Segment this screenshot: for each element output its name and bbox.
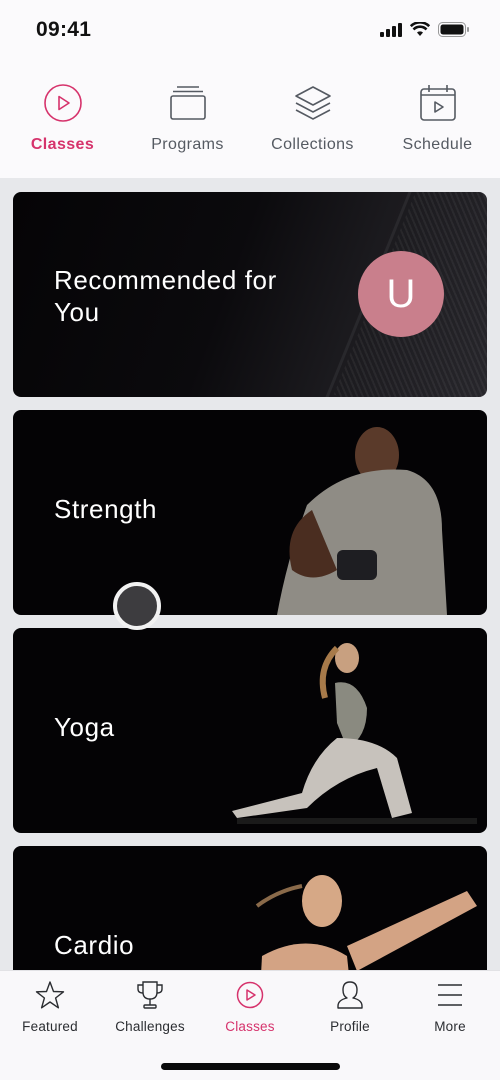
tab-label: Collections xyxy=(271,136,354,153)
card-cardio[interactable]: Cardio xyxy=(13,846,487,970)
card-strength[interactable]: Strength xyxy=(13,410,487,615)
top-tab-bar: Classes Programs Collections Schedule xyxy=(0,62,500,178)
nav-featured[interactable]: Featured xyxy=(0,971,100,1080)
layers-icon xyxy=(292,82,334,124)
status-icons xyxy=(380,22,470,37)
wifi-icon xyxy=(410,22,430,36)
card-title: Yoga xyxy=(54,712,115,742)
tab-schedule[interactable]: Schedule xyxy=(375,62,500,178)
card-title: Cardio xyxy=(54,930,135,960)
tab-label: Classes xyxy=(30,136,95,153)
card-title: Recommended for You xyxy=(54,265,277,327)
star-icon xyxy=(34,979,66,1011)
instructor-photo xyxy=(277,427,447,615)
tab-classes[interactable]: Classes xyxy=(0,62,125,178)
trophy-icon xyxy=(134,979,166,1011)
home-indicator[interactable] xyxy=(161,1063,340,1070)
card-title: Strength xyxy=(54,494,158,524)
instructor-photo xyxy=(255,875,477,970)
tab-collections[interactable]: Collections xyxy=(250,62,375,178)
cellular-signal-icon xyxy=(380,22,402,37)
instructor-photo xyxy=(232,643,477,824)
avatar: U xyxy=(358,251,444,337)
menu-icon xyxy=(434,979,466,1011)
nav-label: Profile xyxy=(330,1019,370,1034)
class-categories-list[interactable]: Recommended for You U Strength Yoga Card… xyxy=(0,178,500,970)
battery-icon xyxy=(438,22,469,37)
calendar-play-icon xyxy=(417,82,459,124)
tab-label: Schedule xyxy=(402,136,473,153)
nav-label: Classes xyxy=(225,1019,275,1034)
nav-label: Challenges xyxy=(115,1019,185,1034)
nav-label: More xyxy=(434,1019,466,1034)
stacked-cards-icon xyxy=(167,82,209,124)
tab-programs[interactable]: Programs xyxy=(125,62,250,178)
tab-label: Programs xyxy=(151,136,224,153)
touch-indicator xyxy=(113,582,161,630)
play-circle-icon xyxy=(42,82,84,124)
person-icon xyxy=(334,979,366,1011)
nav-label: Featured xyxy=(22,1019,78,1034)
card-yoga[interactable]: Yoga xyxy=(13,628,487,833)
nav-more[interactable]: More xyxy=(400,971,500,1080)
card-recommended[interactable]: Recommended for You U xyxy=(13,192,487,397)
status-time: 09:41 xyxy=(36,18,92,41)
status-bar: 09:41 xyxy=(0,0,500,62)
play-circle-icon xyxy=(234,979,266,1011)
